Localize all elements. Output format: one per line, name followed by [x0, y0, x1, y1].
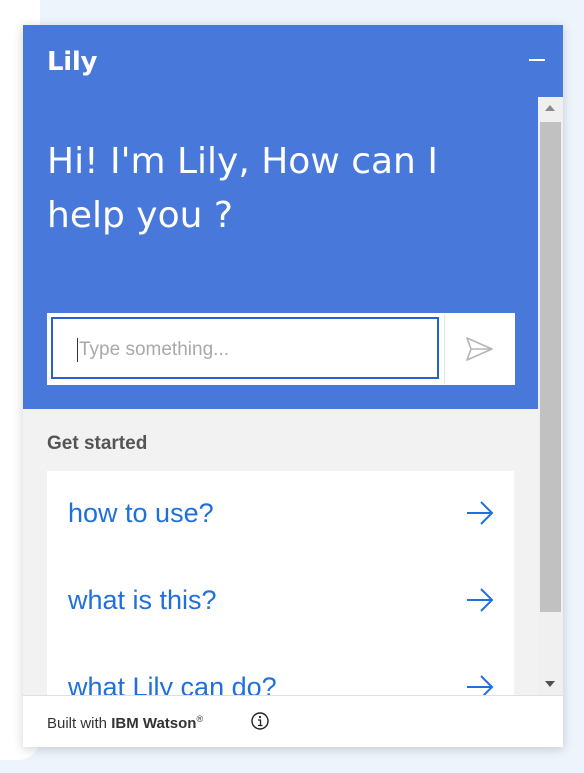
message-input[interactable]: Type something... — [51, 317, 439, 379]
arrow-right-icon — [467, 501, 494, 525]
hero-section: Hi! I'm Lily, How can I help you ? Type … — [23, 97, 538, 409]
widget-header: Lily — [23, 25, 563, 97]
suggestion-item[interactable]: how to use? — [47, 471, 514, 558]
minimize-icon[interactable] — [529, 59, 545, 61]
arrow-right-icon — [467, 588, 494, 612]
scroll-down-icon[interactable] — [545, 681, 555, 687]
chat-widget: Lily Hi! I'm Lily, How can I help you ? … — [23, 25, 563, 747]
suggestion-label: what is this? — [68, 585, 217, 615]
send-button[interactable] — [444, 314, 514, 384]
arrow-right-icon — [467, 675, 494, 695]
suggestion-label: what Lily can do? — [68, 672, 277, 695]
greeting-text: Hi! I'm Lily, How can I help you ? — [47, 141, 438, 236]
vertical-scrollbar[interactable] — [538, 97, 563, 695]
ibm-watson-brand: IBM Watson — [111, 715, 197, 732]
message-composer: Type something... — [47, 313, 515, 385]
built-with-text: Built with IBM Watson® — [47, 714, 203, 732]
get-started-heading: Get started — [47, 433, 148, 454]
built-with-prefix: Built with — [47, 715, 112, 732]
info-icon[interactable] — [251, 712, 269, 730]
suggestion-list: how to use? what is this? what Lily can … — [47, 471, 514, 695]
text-cursor — [77, 338, 78, 362]
input-placeholder: Type something... — [79, 339, 229, 360]
content-scroll-area[interactable]: Hi! I'm Lily, How can I help you ? Type … — [23, 97, 538, 695]
send-icon — [466, 337, 493, 361]
widget-title: Lily — [47, 47, 98, 77]
suggestion-item[interactable]: what is this? — [47, 558, 514, 645]
scrollbar-thumb[interactable] — [540, 122, 561, 612]
widget-footer: Built with IBM Watson® — [23, 695, 563, 747]
registered-mark: ® — [196, 714, 204, 724]
suggestion-label: how to use? — [68, 498, 214, 528]
suggestion-item[interactable]: what Lily can do? — [47, 645, 514, 695]
scroll-up-icon[interactable] — [545, 105, 555, 111]
